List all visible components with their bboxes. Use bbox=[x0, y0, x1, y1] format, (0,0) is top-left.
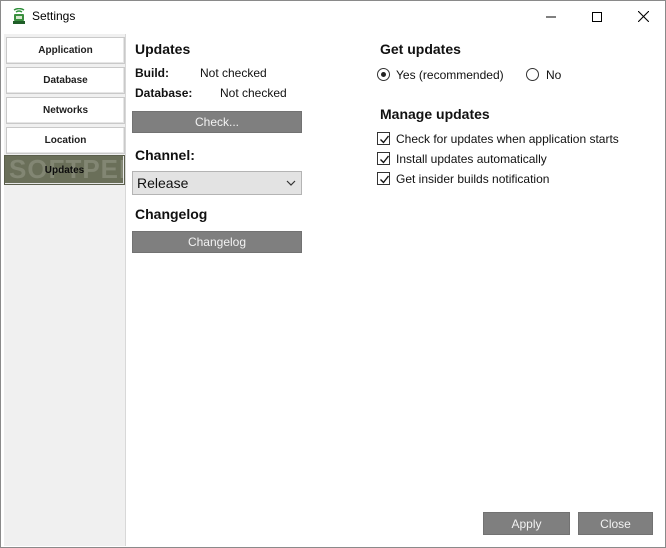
minimize-button[interactable] bbox=[528, 1, 574, 32]
title-bar[interactable]: Settings bbox=[1, 1, 665, 32]
changelog-heading: Changelog bbox=[135, 206, 208, 222]
sidebar-item-label: Updates bbox=[44, 164, 85, 176]
apply-button[interactable]: Apply bbox=[483, 512, 570, 535]
channel-heading: Channel: bbox=[135, 147, 195, 163]
sidebar-item-networks[interactable]: Networks bbox=[6, 97, 125, 124]
check-button[interactable]: Check... bbox=[132, 111, 302, 133]
sidebar-item-label: Location bbox=[44, 135, 87, 146]
sidebar-item-application[interactable]: Application bbox=[6, 37, 125, 64]
check-on-start-label[interactable]: Check for updates when application start… bbox=[396, 132, 619, 146]
maximize-icon bbox=[592, 11, 602, 22]
minimize-icon bbox=[546, 16, 556, 17]
checkmark-icon bbox=[380, 135, 390, 144]
settings-window: Settings Application Database Networks L… bbox=[0, 0, 666, 548]
sidebar-item-label: Database bbox=[43, 75, 88, 86]
radio-selected-dot bbox=[381, 72, 386, 77]
no-radio[interactable] bbox=[526, 68, 539, 81]
install-automatically-label[interactable]: Install updates automatically bbox=[396, 152, 547, 166]
yes-radio-label[interactable]: Yes (recommended) bbox=[396, 68, 504, 82]
channel-selected-value: Release bbox=[137, 175, 189, 191]
window-title: Settings bbox=[32, 9, 76, 23]
settings-sidebar: Application Database Networks Location S… bbox=[4, 34, 126, 546]
satellite-dish-icon bbox=[11, 7, 27, 25]
database-label: Database: bbox=[135, 86, 193, 100]
build-label: Build: bbox=[135, 66, 169, 80]
sidebar-item-database[interactable]: Database bbox=[6, 67, 125, 94]
yes-radio[interactable] bbox=[377, 68, 390, 81]
insider-builds-label[interactable]: Get insider builds notification bbox=[396, 172, 549, 186]
close-icon bbox=[637, 11, 649, 22]
manage-updates-heading: Manage updates bbox=[380, 106, 490, 122]
get-updates-heading: Get updates bbox=[380, 41, 461, 57]
updates-heading: Updates bbox=[135, 41, 191, 57]
build-value: Not checked bbox=[200, 66, 267, 80]
close-window-button[interactable] bbox=[620, 1, 666, 32]
checkmark-icon bbox=[380, 155, 390, 164]
insider-builds-checkbox[interactable] bbox=[377, 172, 390, 185]
check-on-start-checkbox[interactable] bbox=[377, 132, 390, 145]
install-automatically-checkbox[interactable] bbox=[377, 152, 390, 165]
checkmark-icon bbox=[380, 175, 390, 184]
sidebar-item-label: Application bbox=[38, 45, 93, 56]
close-button[interactable]: Close bbox=[578, 512, 653, 535]
no-radio-label[interactable]: No bbox=[546, 68, 561, 82]
database-value: Not checked bbox=[220, 86, 287, 100]
changelog-button[interactable]: Changelog bbox=[132, 231, 302, 253]
chevron-down-icon bbox=[286, 180, 296, 186]
sidebar-item-location[interactable]: Location bbox=[6, 127, 125, 154]
sidebar-item-label: Networks bbox=[42, 105, 88, 116]
maximize-button[interactable] bbox=[574, 1, 620, 32]
sidebar-item-updates[interactable]: SOFTPEDIA Updates bbox=[4, 155, 125, 185]
updates-panel: Updates Build: Not checked Database: Not… bbox=[127, 34, 665, 546]
channel-select[interactable]: Release bbox=[132, 171, 302, 195]
